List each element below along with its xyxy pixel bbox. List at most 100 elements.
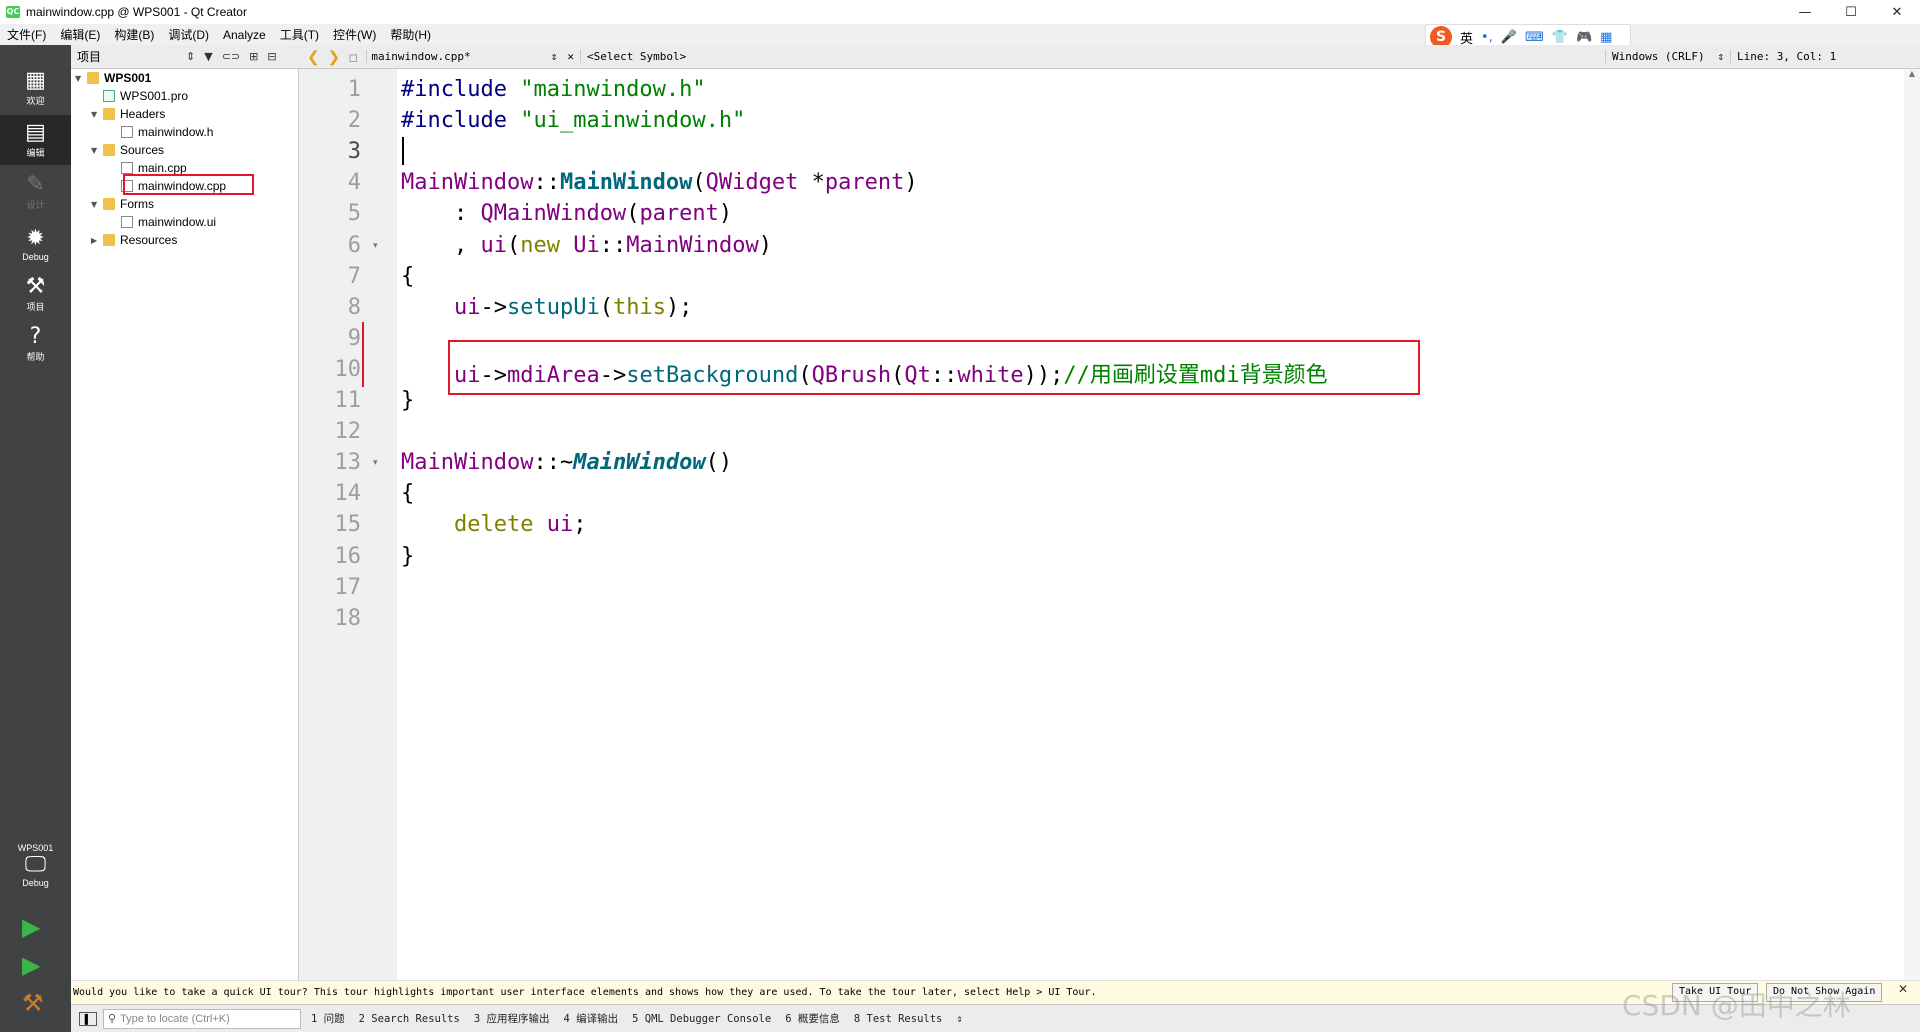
tree-node-forms[interactable]: ▼ Forms <box>91 195 154 213</box>
toggle-sidebar-icon[interactable]: ▌ <box>79 1011 97 1026</box>
output-tab-issues[interactable]: 1 问题 <box>311 1011 345 1026</box>
code-line: #include "mainwindow.h" <box>401 77 706 102</box>
skin-icon[interactable]: 👕 <box>1552 30 1568 45</box>
menu-tools[interactable]: 工具(T) <box>273 26 326 43</box>
code-token: -> <box>480 294 507 320</box>
microphone-icon[interactable]: 🎤 <box>1501 30 1517 45</box>
tree-label: mainwindow.h <box>138 125 214 139</box>
tree-node-pro-file[interactable]: WPS001.pro <box>103 87 188 105</box>
symbol-combo[interactable]: <Select Symbol> <box>579 50 1605 63</box>
kit-config: Debug <box>22 878 49 888</box>
output-tab-compile-output[interactable]: 4 编译输出 <box>563 1011 618 1026</box>
close-button[interactable]: ✕ <box>1874 0 1920 24</box>
folder-icon <box>103 144 115 156</box>
code-editor[interactable]: #include "mainwindow.h" #include "ui_main… <box>397 69 1904 980</box>
mode-projects[interactable]: ⚒ 项目 <box>0 269 71 319</box>
tree-node-mainwindow-h[interactable]: mainwindow.h <box>121 123 213 141</box>
more-tabs-icon[interactable]: ⇕ <box>956 1013 962 1025</box>
expand-arrow-icon[interactable]: ▼ <box>91 146 103 155</box>
punctuation-icon[interactable]: •, <box>1481 30 1493 45</box>
output-tab-application-output[interactable]: 3 应用程序输出 <box>474 1011 550 1026</box>
debug-run-button[interactable]: ▶ <box>22 951 40 979</box>
code-token: ( <box>626 201 640 227</box>
locator-input[interactable]: ⚲ Type to locate (Ctrl+K) <box>103 1008 301 1029</box>
tree-node-mainwindow-ui[interactable]: mainwindow.ui <box>121 213 216 231</box>
title-bar: QC mainwindow.cpp @ WPS001 - Qt Creator … <box>0 0 1920 24</box>
maximize-button[interactable]: ☐ <box>1828 0 1874 24</box>
run-button[interactable]: ▶ <box>22 913 40 941</box>
folder-icon <box>103 108 115 120</box>
output-tab-general-messages[interactable]: 6 概要信息 <box>785 1011 840 1026</box>
filter-icon[interactable]: ▼ <box>204 50 212 63</box>
code-token: : <box>401 201 481 227</box>
mode-debug-label: Debug <box>22 251 49 262</box>
fold-marker-icon[interactable]: ▾ <box>373 241 378 251</box>
code-token: #include <box>401 108 521 134</box>
split-icon[interactable]: ⊞ <box>249 50 258 63</box>
close-pane-icon[interactable]: ⊟ <box>267 50 276 63</box>
code-token: ) <box>758 232 772 258</box>
editor-vertical-scrollbar[interactable]: ▲ <box>1904 69 1920 980</box>
line-number: 17 <box>334 574 362 600</box>
toolbox-icon[interactable]: ▦ <box>1600 30 1612 45</box>
code-token: "ui_mainwindow.h" <box>520 108 746 134</box>
tree-node-sources[interactable]: ▼ Sources <box>91 141 164 159</box>
game-icon[interactable]: 🎮 <box>1576 30 1592 45</box>
tree-node-headers[interactable]: ▼ Headers <box>91 105 165 123</box>
menu-file[interactable]: 文件(F) <box>0 26 53 43</box>
forward-arrow-icon[interactable]: ❯ <box>328 48 341 66</box>
mode-welcome[interactable]: ▦ 欢迎 <box>0 63 71 113</box>
kit-selector[interactable]: WPS001 🖵 Debug <box>0 825 71 905</box>
build-hammer-icon[interactable]: ⚒ <box>22 989 44 1017</box>
edit-icon: ▤ <box>25 120 46 145</box>
fold-marker-icon[interactable]: ▾ <box>373 458 378 468</box>
watermark: CSDN @田中之林 <box>1622 989 1851 1022</box>
back-arrow-icon[interactable]: ❮ <box>307 48 320 66</box>
mode-debug[interactable]: ✹ Debug <box>0 219 71 269</box>
tree-label: Resources <box>120 233 178 247</box>
dropdown-arrows-icon[interactable]: ⇕ <box>186 50 195 63</box>
line-number: 4 <box>347 170 361 196</box>
output-tab-qml-debugger-console[interactable]: 5 QML Debugger Console <box>632 1013 771 1025</box>
menu-analyze[interactable]: Analyze <box>216 28 273 42</box>
line-ending-combo[interactable]: Windows (CRLF) ⇕ <box>1604 50 1730 63</box>
mode-help[interactable]: ? 帮助 <box>0 319 71 369</box>
code-token: ( <box>692 170 706 196</box>
code-line: ui->setupUi(this); <box>401 295 692 320</box>
pencil-icon: ✎ <box>26 172 45 197</box>
keyboard-icon[interactable]: ⌨ <box>1525 30 1544 45</box>
link-icon[interactable]: ⊂⊃ <box>222 50 240 63</box>
minimize-button[interactable]: — <box>1782 0 1828 24</box>
mode-design[interactable]: ✎ 设计 <box>0 167 71 217</box>
project-pane-title[interactable]: 项目 <box>71 48 186 65</box>
expand-arrow-icon[interactable]: ▼ <box>75 74 87 83</box>
code-token: ::~ <box>533 450 574 476</box>
output-tab-test-results[interactable]: 8 Test Results <box>854 1013 943 1025</box>
code-token: ui <box>453 294 481 320</box>
project-folder-icon <box>87 72 99 84</box>
mode-edit[interactable]: ▤ 编辑 <box>0 115 71 165</box>
menu-edit[interactable]: 编辑(E) <box>53 26 107 43</box>
menu-build[interactable]: 构建(B) <box>107 26 161 43</box>
tree-node-resources[interactable]: ▶ Resources <box>91 231 177 249</box>
cursor-position[interactable]: Line: 3, Col: 1 <box>1729 50 1842 63</box>
code-line: , ui(new Ui::MainWindow) <box>401 233 772 258</box>
code-token: QWidget <box>705 170 799 196</box>
open-file-combo[interactable]: mainwindow.cpp* ⇕ <box>366 50 561 63</box>
collapse-arrow-icon[interactable]: ▶ <box>91 236 103 245</box>
tree-node-project[interactable]: ▼ WPS001 <box>75 69 151 87</box>
code-token: ; <box>573 512 587 538</box>
close-document-icon[interactable]: ✕ <box>561 50 580 63</box>
menu-controls[interactable]: 控件(W) <box>326 26 383 43</box>
ime-language-toggle[interactable]: 英 <box>1460 28 1473 47</box>
code-token: * <box>798 170 825 196</box>
menu-debug[interactable]: 调试(D) <box>161 26 216 43</box>
output-tab-search-results[interactable]: 2 Search Results <box>359 1013 460 1025</box>
expand-arrow-icon[interactable]: ▼ <box>91 110 103 119</box>
line-number: 11 <box>334 388 362 413</box>
line-number: 5 <box>347 201 361 227</box>
expand-arrow-icon[interactable]: ▼ <box>91 200 103 209</box>
menu-help[interactable]: 帮助(H) <box>383 26 438 43</box>
close-infobar-icon[interactable]: ✕ <box>1898 982 1908 996</box>
